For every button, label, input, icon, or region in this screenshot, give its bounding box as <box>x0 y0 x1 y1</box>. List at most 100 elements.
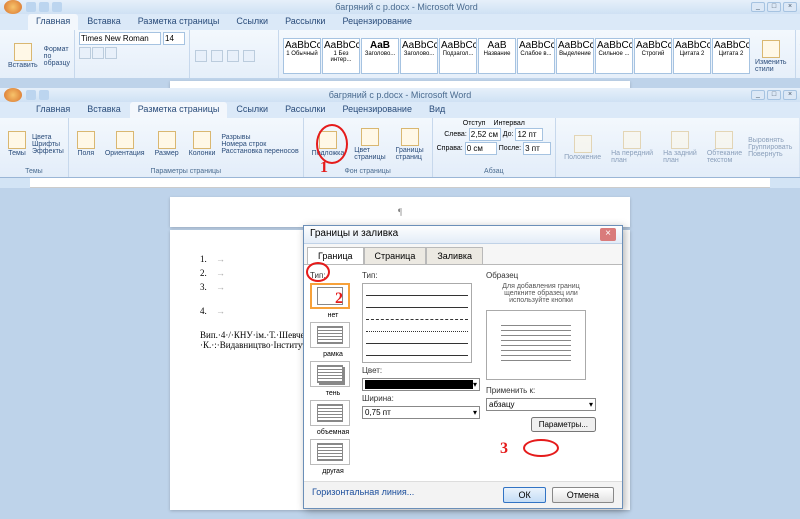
page-color-button[interactable]: Цвет страницы <box>350 126 389 163</box>
indent-right-input[interactable] <box>465 142 497 155</box>
effects-button[interactable]: Эффекты <box>32 148 64 155</box>
type-box[interactable] <box>310 322 350 348</box>
options-button[interactable]: Параметры... <box>531 417 596 432</box>
preview-box[interactable] <box>486 310 586 380</box>
spacing-after-input[interactable] <box>523 142 551 155</box>
style-weak-emph[interactable]: AaBbCc.Слабое в... <box>517 38 555 74</box>
qat-undo-icon[interactable] <box>39 90 49 100</box>
window-title-2: багряний с р.docx - Microsoft Word <box>49 90 751 100</box>
colors-button[interactable]: Цвета <box>32 134 64 141</box>
cancel-button[interactable]: Отмена <box>552 487 614 503</box>
underline-button[interactable] <box>105 47 117 59</box>
dialog-tab-fill[interactable]: Заливка <box>426 247 483 264</box>
columns-button[interactable]: Колонки <box>185 129 220 159</box>
page-borders-icon <box>401 128 419 146</box>
tab-references[interactable]: Ссылки <box>228 102 276 118</box>
dialog-titlebar[interactable]: Границы и заливка × <box>304 226 622 244</box>
line-style-list[interactable] <box>362 283 472 363</box>
tab-review[interactable]: Рецензирование <box>334 102 420 118</box>
format-painter-button[interactable]: Формат по образцу <box>44 46 70 67</box>
bullets-button[interactable] <box>195 50 207 62</box>
qat-undo-icon[interactable] <box>39 2 49 12</box>
page-borders-button[interactable]: Границы страниц <box>392 126 428 163</box>
qat-save-icon[interactable] <box>26 2 36 12</box>
type-none[interactable] <box>310 283 350 309</box>
tab-view[interactable]: Вид <box>421 102 453 118</box>
type-custom[interactable] <box>310 439 350 465</box>
tab-home[interactable]: Главная <box>28 14 78 30</box>
font-size-select[interactable] <box>163 32 185 45</box>
maximize-button[interactable]: □ <box>767 90 781 100</box>
group-indent-spacing: Отступ Интервал Слева: До: Справа: После… <box>433 118 556 177</box>
style-no-spacing[interactable]: AaBbCcDc1 Без интер... <box>322 38 360 74</box>
office-button[interactable] <box>4 88 22 102</box>
line-numbers-button[interactable]: Номера строк <box>221 141 298 148</box>
page-color-icon <box>361 128 379 146</box>
paste-icon <box>14 43 32 61</box>
window-controls: _ □ × <box>751 2 797 12</box>
dialog-close-button[interactable]: × <box>600 228 616 241</box>
change-styles-button[interactable]: Изменить стили <box>751 38 791 75</box>
qat-redo-icon[interactable] <box>52 2 62 12</box>
style-title[interactable]: АаВНазвание <box>478 38 516 74</box>
apply-to-label: Применить к: <box>486 386 596 395</box>
type-shadow[interactable] <box>310 361 350 387</box>
paste-button[interactable]: Вставить <box>4 41 42 71</box>
tab-home[interactable]: Главная <box>28 102 78 118</box>
page[interactable]: ¶ <box>170 197 630 227</box>
fonts-button[interactable]: Шрифты <box>32 141 64 148</box>
maximize-button[interactable]: □ <box>767 2 781 12</box>
numbering-button[interactable] <box>211 50 223 62</box>
tab-references[interactable]: Ссылки <box>228 14 276 30</box>
dialog-tab-page[interactable]: Страница <box>364 247 427 264</box>
style-quote[interactable]: AaBbCcDcЦитата 2 <box>673 38 711 74</box>
width-combo[interactable]: 0,75 пт▾ <box>362 406 480 419</box>
size-button[interactable]: Размер <box>151 129 183 159</box>
tab-page-layout[interactable]: Разметка страницы <box>130 102 228 118</box>
margins-button[interactable]: Поля <box>73 129 99 159</box>
style-strict[interactable]: AaBbCcDcСтрогий <box>634 38 672 74</box>
ruler[interactable] <box>30 178 770 188</box>
close-button[interactable]: × <box>783 90 797 100</box>
tab-review[interactable]: Рецензирование <box>334 14 420 30</box>
style-heading1[interactable]: AaBЗаголово... <box>361 38 399 74</box>
color-combo[interactable]: ▾ <box>362 378 480 391</box>
tab-insert[interactable]: Вставка <box>79 14 128 30</box>
spacing-before-input[interactable] <box>515 128 543 141</box>
titlebar-1: багряний с р.docx - Microsoft Word _ □ × <box>0 0 800 14</box>
qat-save-icon[interactable] <box>26 90 36 100</box>
group-label: Темы <box>4 168 64 175</box>
style-heading2[interactable]: AaBbCcЗаголово... <box>400 38 438 74</box>
close-button[interactable]: × <box>783 2 797 12</box>
ok-button[interactable]: ОК <box>503 487 545 503</box>
tab-mailings[interactable]: Рассылки <box>277 14 333 30</box>
type-column: Тип: нет рамка тень объемная другая <box>310 271 356 475</box>
hyphenation-button[interactable]: Расстановка переносов <box>221 148 298 155</box>
italic-button[interactable] <box>92 47 104 59</box>
minimize-button[interactable]: _ <box>751 2 765 12</box>
horizontal-line-link[interactable]: Горизонтальная линия... <box>312 487 497 503</box>
tab-insert[interactable]: Вставка <box>79 102 128 118</box>
watermark-button[interactable]: Подложка <box>308 129 349 159</box>
margins-icon <box>77 131 95 149</box>
bold-button[interactable] <box>79 47 91 59</box>
style-quote2[interactable]: AaBbCcDcЦитата 2 <box>712 38 750 74</box>
style-normal[interactable]: AaBbCcDc1 Обычный <box>283 38 321 74</box>
indent-left-input[interactable] <box>469 128 501 141</box>
office-button[interactable] <box>4 0 22 14</box>
minimize-button[interactable]: _ <box>751 90 765 100</box>
dialog-tab-border[interactable]: Граница <box>307 247 364 264</box>
style-emphasis[interactable]: AaBbCcDcВыделение <box>556 38 594 74</box>
breaks-button[interactable]: Разрывы <box>221 134 298 141</box>
style-subtitle[interactable]: AaBbCcПодзагол... <box>439 38 477 74</box>
apply-to-combo[interactable]: абзацу▾ <box>486 398 596 411</box>
align-center-button[interactable] <box>243 50 255 62</box>
tab-mailings[interactable]: Рассылки <box>277 102 333 118</box>
style-strong[interactable]: AaBbCcDcСильное ... <box>595 38 633 74</box>
orientation-button[interactable]: Ориентация <box>101 129 149 159</box>
align-left-button[interactable] <box>227 50 239 62</box>
tab-page-layout[interactable]: Разметка страницы <box>130 14 228 30</box>
font-name-select[interactable] <box>79 32 161 45</box>
type-3d[interactable] <box>310 400 350 426</box>
themes-button[interactable]: Темы <box>4 129 30 159</box>
